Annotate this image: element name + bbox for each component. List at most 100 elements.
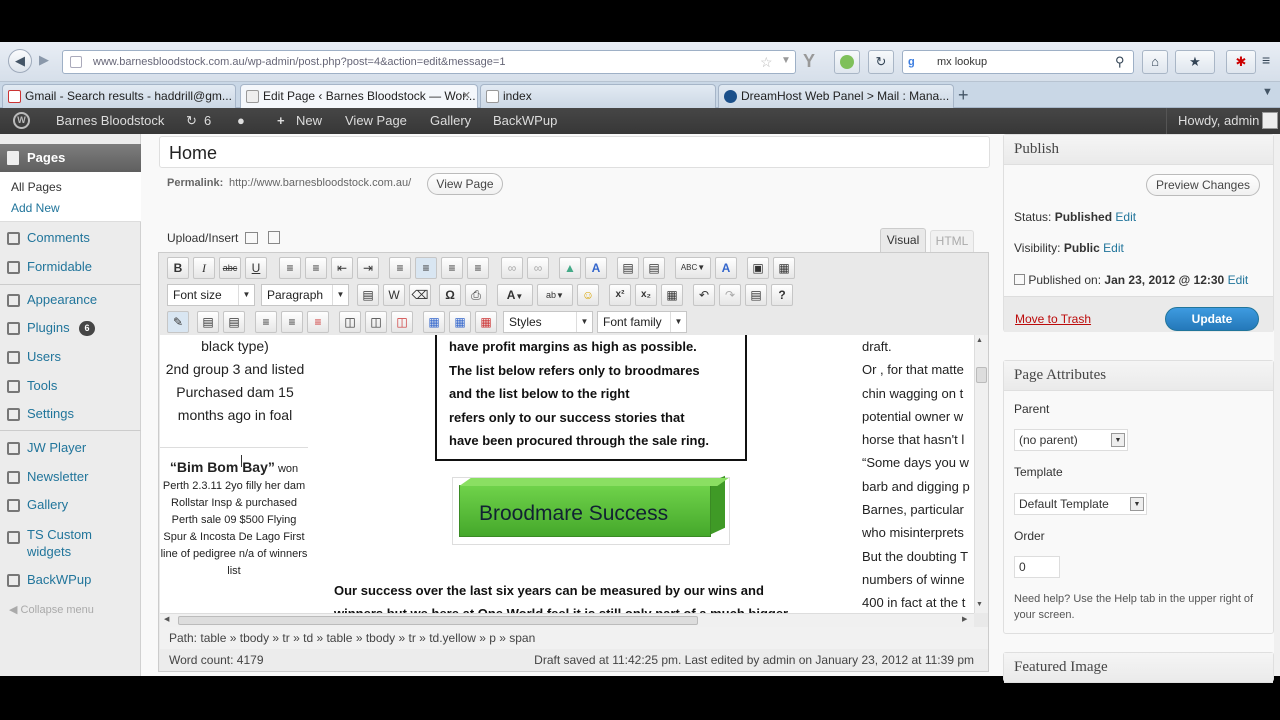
edit-status-link[interactable]: Edit bbox=[1115, 210, 1136, 224]
format-select[interactable]: Paragraph ▼ bbox=[261, 284, 349, 306]
plus-icon[interactable]: + bbox=[277, 113, 285, 128]
editor-content[interactable]: black type) 2nd group 3 and listed Purch… bbox=[160, 335, 974, 613]
menu-icon[interactable]: ≡ bbox=[1262, 52, 1270, 68]
permalink-url[interactable]: http://www.barnesbloodstock.com.au/ bbox=[229, 177, 411, 189]
home-icon[interactable]: ⌂ bbox=[1142, 50, 1168, 74]
superscript-icon[interactable]: x² bbox=[609, 284, 631, 306]
howdy-link[interactable]: Howdy, admin bbox=[1178, 113, 1259, 128]
scroll-thumb[interactable] bbox=[976, 367, 987, 383]
menu-formidable[interactable]: Formidable bbox=[0, 254, 141, 280]
tab-html[interactable]: HTML bbox=[930, 230, 974, 252]
scroll-up-icon[interactable]: ▲ bbox=[976, 337, 983, 344]
font-size-select[interactable]: Font size ▼ bbox=[167, 284, 255, 306]
menu-gallery[interactable]: Gallery bbox=[0, 492, 141, 518]
more-tag-icon[interactable]: ▤ bbox=[617, 257, 639, 279]
path-value[interactable]: table » tbody » tr » td » table » tbody … bbox=[200, 631, 535, 645]
tab-index[interactable]: index bbox=[480, 84, 716, 108]
preview-changes-button[interactable]: Preview Changes bbox=[1146, 174, 1260, 196]
address-bar[interactable]: www.barnesbloodstock.com.au/wp-admin/pos… bbox=[62, 50, 796, 74]
print-icon[interactable]: ⎙ bbox=[465, 284, 487, 306]
vertical-scrollbar[interactable]: ▲ ▼ bbox=[974, 335, 988, 613]
delete-table-icon[interactable]: ▦ bbox=[475, 311, 497, 333]
wordpress-logo-icon[interactable]: W bbox=[13, 112, 30, 129]
strikethrough-icon[interactable]: abc bbox=[219, 257, 241, 279]
new-link[interactable]: New bbox=[296, 113, 322, 128]
italic-icon[interactable]: I bbox=[193, 257, 215, 279]
comments-icon[interactable]: ● bbox=[237, 113, 245, 128]
table-col-icon[interactable]: ▤ bbox=[223, 311, 245, 333]
bold-icon[interactable]: B bbox=[167, 257, 189, 279]
scroll-down-icon[interactable]: ▼ bbox=[976, 601, 983, 608]
forward-icon[interactable]: ▶ bbox=[32, 49, 56, 73]
page-scrollbar[interactable] bbox=[1274, 134, 1280, 676]
align-left-icon[interactable]: ≡ bbox=[389, 257, 411, 279]
menu-pages-current[interactable]: Pages bbox=[0, 144, 141, 172]
post-title-input[interactable]: Home bbox=[159, 136, 990, 168]
template-select[interactable]: Default Template ▼ bbox=[1014, 493, 1147, 515]
scroll-left-icon[interactable]: ◀ bbox=[164, 615, 169, 623]
outdent-icon[interactable]: ⇤ bbox=[331, 257, 353, 279]
align-right-icon[interactable]: ≡ bbox=[467, 257, 489, 279]
search-icon[interactable]: ⚲ bbox=[1115, 54, 1125, 70]
tab-edit-page[interactable]: Edit Page ‹ Barnes Bloodstock — Wor... ✕ bbox=[240, 84, 478, 108]
text-style-icon[interactable]: A bbox=[585, 257, 607, 279]
table-row-icon[interactable]: ▤ bbox=[197, 311, 219, 333]
updates-count[interactable]: 6 bbox=[204, 113, 211, 128]
link-icon[interactable]: ∞ bbox=[501, 257, 523, 279]
undo-icon[interactable]: ↶ bbox=[693, 284, 715, 306]
insert-col-before-icon[interactable]: ◫ bbox=[339, 311, 361, 333]
menu-appearance[interactable]: Appearance bbox=[0, 287, 141, 313]
charmap-icon[interactable]: ▦ bbox=[661, 284, 683, 306]
bullet-list-icon[interactable]: ≡ bbox=[279, 257, 301, 279]
collapse-menu[interactable]: ◀ Collapse menu bbox=[9, 603, 94, 616]
new-tab-button[interactable]: + bbox=[958, 85, 969, 106]
special-char-icon[interactable]: Ω bbox=[439, 284, 461, 306]
updates-icon[interactable]: ↻ bbox=[186, 113, 197, 129]
edit-visibility-link[interactable]: Edit bbox=[1103, 241, 1124, 255]
unlink-icon[interactable]: ∞ bbox=[527, 257, 549, 279]
font-family-select[interactable]: Font family ▼ bbox=[597, 311, 687, 333]
align-center-icon[interactable]: ≡ bbox=[415, 257, 437, 279]
highlight-icon[interactable]: ab▼ bbox=[537, 284, 573, 306]
submenu-add-new[interactable]: Add New bbox=[11, 201, 60, 215]
add-image-icon[interactable] bbox=[245, 232, 258, 244]
edit-date-link[interactable]: Edit bbox=[1228, 273, 1249, 287]
menu-ts-custom-widgets[interactable]: TS Custom widgets bbox=[0, 524, 120, 560]
menu-backwpup[interactable]: BackWPup bbox=[0, 567, 141, 593]
find-replace-icon[interactable]: A bbox=[715, 257, 737, 279]
remove-format-icon[interactable]: ⌫ bbox=[409, 284, 431, 306]
align-justify-icon[interactable]: ≡ bbox=[441, 257, 463, 279]
menu-plugins[interactable]: Plugins 6 bbox=[0, 315, 141, 341]
menu-users[interactable]: Users bbox=[0, 344, 141, 370]
underline-icon[interactable]: U bbox=[245, 257, 267, 279]
styles-select[interactable]: Styles ▼ bbox=[503, 311, 593, 333]
menu-comments[interactable]: Comments bbox=[0, 225, 141, 251]
indent-icon[interactable]: ⇥ bbox=[357, 257, 379, 279]
menu-settings[interactable]: Settings bbox=[0, 401, 141, 427]
insert-col-after-icon[interactable]: ◫ bbox=[365, 311, 387, 333]
visual-aid-icon[interactable]: ✎ bbox=[167, 311, 189, 333]
back-icon[interactable]: ◀ bbox=[8, 49, 32, 73]
menu-newsletter[interactable]: Newsletter bbox=[0, 464, 141, 490]
merge-cells-icon[interactable]: ▦ bbox=[449, 311, 471, 333]
kitchen-sink-icon[interactable]: ▦ bbox=[773, 257, 795, 279]
insert-row-before-icon[interactable]: ≡ bbox=[255, 311, 277, 333]
submenu-all-pages[interactable]: All Pages bbox=[11, 180, 62, 194]
paste-text-icon[interactable]: ▤ bbox=[357, 284, 379, 306]
emoticon-icon[interactable]: ☺ bbox=[577, 284, 599, 306]
horizontal-scrollbar[interactable]: ◀ ▶ bbox=[160, 613, 974, 627]
add-media-icon[interactable] bbox=[268, 231, 280, 244]
subscript-icon[interactable]: x₂ bbox=[635, 284, 657, 306]
extension-icon[interactable]: ★ bbox=[1175, 50, 1215, 74]
dropdown-icon[interactable]: ▼ bbox=[781, 55, 791, 66]
redo-icon[interactable]: ↷ bbox=[719, 284, 741, 306]
update-button[interactable]: Update bbox=[1165, 307, 1259, 331]
search-input[interactable]: g mx lookup ⚲ bbox=[902, 50, 1134, 74]
tab-dreamhost[interactable]: DreamHost Web Panel > Mail : Mana... bbox=[718, 84, 954, 108]
hscroll-thumb[interactable] bbox=[178, 616, 698, 625]
avatar[interactable] bbox=[1262, 112, 1278, 129]
media-icon[interactable]: ▤ bbox=[745, 284, 767, 306]
tab-list-icon[interactable]: ▼ bbox=[1262, 86, 1273, 98]
star-icon[interactable]: ☆ bbox=[760, 54, 773, 71]
page-break-icon[interactable]: ▤ bbox=[643, 257, 665, 279]
